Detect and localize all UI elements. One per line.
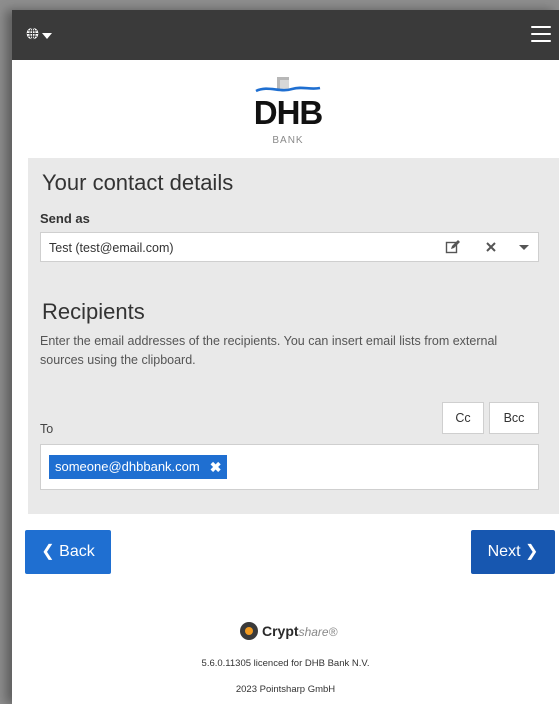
recipients-heading: Recipients	[42, 299, 145, 324]
send-as-label: Send as	[40, 211, 90, 226]
form-panel: Your contact details Send as Test (test@…	[28, 158, 559, 514]
remove-recipient-icon[interactable]: ✖	[210, 455, 222, 479]
clear-icon[interactable]	[483, 239, 499, 255]
chevron-left-icon: ❮	[41, 543, 55, 560]
cryptshare-logo: Cryptshare®	[240, 622, 337, 640]
logo-text: DHB	[253, 94, 324, 131]
app-frame: DHB BANK Your contact details Send as Te…	[12, 10, 559, 704]
next-button-label: Next	[487, 543, 521, 560]
bank-logo: DHB BANK	[248, 74, 328, 152]
back-button-label: Back	[59, 543, 95, 560]
cryptshare-logo-text: Cryptshare®	[262, 623, 338, 639]
chevron-right-icon: ❯	[524, 543, 539, 560]
recipients-description: Enter the email addresses of the recipie…	[40, 334, 498, 367]
cc-button[interactable]: Cc	[442, 402, 484, 434]
logo-subtext: BANK	[272, 135, 304, 146]
next-button[interactable]: Next ❯	[471, 530, 555, 574]
to-recipients-input[interactable]: someone@dhbbank.com ✖	[40, 444, 539, 490]
contact-details-heading: Your contact details	[42, 170, 234, 195]
dropdown-icon[interactable]	[516, 239, 532, 255]
back-button[interactable]: ❮ Back	[25, 530, 111, 574]
hamburger-menu-icon[interactable]	[531, 26, 551, 42]
globe-icon	[26, 27, 39, 45]
language-selector[interactable]	[26, 27, 52, 45]
to-label: To	[40, 422, 54, 436]
chevron-down-icon	[42, 27, 52, 45]
cryptshare-logo-icon	[240, 622, 258, 640]
sender-value: Test (test@email.com)	[49, 241, 174, 255]
recipient-chip[interactable]: someone@dhbbank.com ✖	[49, 455, 228, 479]
license-text: 5.6.0.11305 licenced for DHB Bank N.V.	[201, 658, 370, 669]
recipient-chip-email: someone@dhbbank.com	[55, 459, 200, 474]
bcc-button[interactable]: Bcc	[489, 402, 539, 434]
edit-icon[interactable]	[445, 239, 461, 255]
sender-select[interactable]: Test (test@email.com)	[40, 232, 539, 262]
copyright-text: 2023 Pointsharp GmbH	[235, 684, 336, 695]
top-bar	[12, 10, 559, 60]
